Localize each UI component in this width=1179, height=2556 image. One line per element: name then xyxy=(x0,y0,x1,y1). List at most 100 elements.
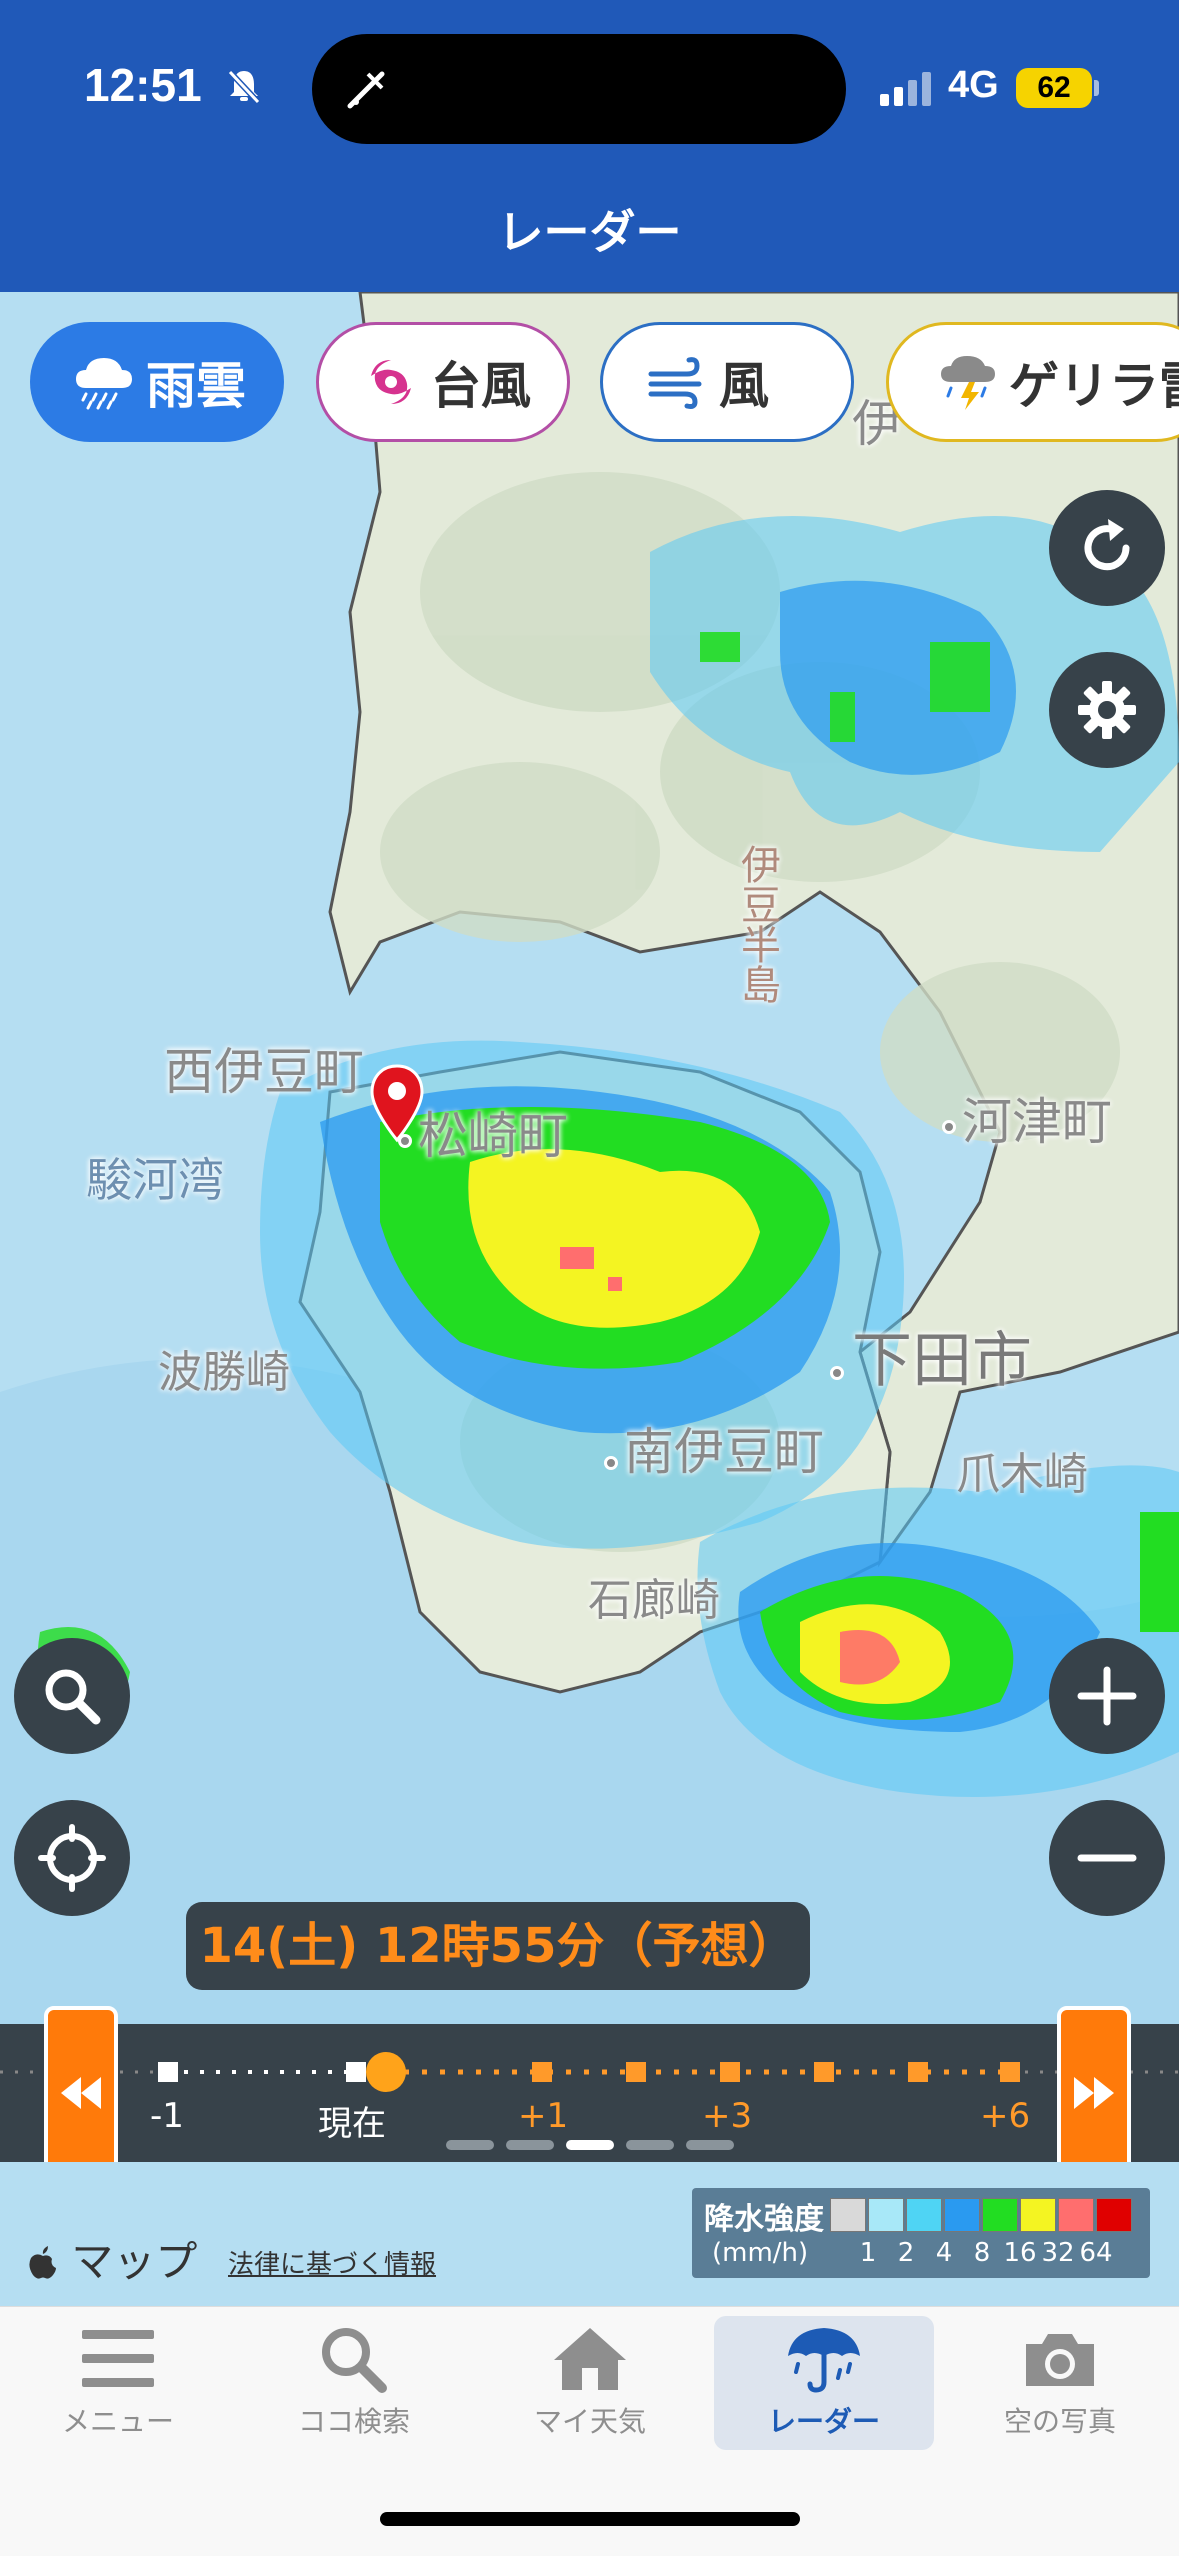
legend-swatch-5 xyxy=(1020,2198,1056,2232)
satellite-icon xyxy=(347,71,385,109)
status-and-header: 12:51 4G 62 レーダー xyxy=(0,0,1179,292)
silent-bell-icon xyxy=(227,69,261,105)
legend-scale-32: 32 xyxy=(1041,2238,1075,2268)
rain-cloud-icon xyxy=(76,358,132,410)
page-dot-3[interactable] xyxy=(566,2140,614,2150)
timeline-current-handle xyxy=(366,2052,406,2092)
plus-icon xyxy=(1077,1666,1137,1726)
layer-chip-typhoon-label: 台風 xyxy=(431,357,531,415)
label-matsuzaki: 松崎町 xyxy=(418,1107,568,1165)
tab-sky-photos-label: 空の写真 xyxy=(1003,2405,1116,2438)
page-dot-1[interactable] xyxy=(446,2140,494,2150)
timeline-label-plus3: +3 xyxy=(702,2096,753,2136)
network-type: 4G xyxy=(948,64,999,106)
battery-level: 62 xyxy=(1016,68,1092,108)
typhoon-icon xyxy=(371,360,411,404)
label-shimoda: 下田市 xyxy=(852,1326,1032,1396)
page-title: レーダー xyxy=(497,205,682,259)
tab-menu-label: メニュー xyxy=(61,2405,174,2438)
location-pin-icon[interactable] xyxy=(368,1064,426,1144)
tab-menu[interactable]: メニュー xyxy=(8,2316,228,2450)
layer-chip-wind[interactable]: 風 xyxy=(600,322,854,442)
legend-scale-2: 2 xyxy=(897,2238,915,2268)
page-dot-5[interactable] xyxy=(686,2140,734,2150)
layer-chip-rain[interactable]: 雨雲 xyxy=(30,322,284,442)
legend-swatch-0 xyxy=(830,2198,866,2232)
apple-maps-label: マップ xyxy=(71,2237,198,2286)
menu-icon xyxy=(82,2330,154,2387)
apple-maps-credit: マップ xyxy=(28,2228,197,2289)
layer-chip-typhoon[interactable]: 台風 xyxy=(316,322,570,442)
page-dot-4[interactable] xyxy=(626,2140,674,2150)
page-dot-2[interactable] xyxy=(506,2140,554,2150)
legend-scale-16: 16 xyxy=(1003,2238,1037,2268)
label-hasho-misaki: 波勝崎 xyxy=(158,1347,290,1398)
layer-chip-guerrilla[interactable]: ゲリラ雷 xyxy=(886,322,1179,442)
legend-swatch-6 xyxy=(1058,2198,1094,2232)
search-icon xyxy=(322,2328,387,2393)
timeline-forward-button[interactable] xyxy=(1057,2006,1131,2180)
timeline-label-minus1: -1 xyxy=(150,2096,184,2136)
shimoda-marker xyxy=(830,1366,844,1380)
zoom-in-button[interactable] xyxy=(1049,1638,1165,1754)
wind-icon xyxy=(648,357,702,409)
timeline-label-now: 現在 xyxy=(318,2104,386,2144)
timeline-label-plus6: +6 xyxy=(980,2096,1031,2136)
tab-my-weather[interactable]: マイ天気 xyxy=(480,2316,700,2450)
tab-radar-label: レーダー xyxy=(767,2405,880,2438)
label-nishiizu: 西伊豆町 xyxy=(164,1043,364,1101)
precipitation-legend: 降水強度 (mm/h) 1 2 4 8 16 32 64 xyxy=(692,2188,1150,2278)
tab-search-label: ココ検索 xyxy=(297,2405,410,2438)
battery-tip xyxy=(1094,80,1099,96)
zoom-out-button[interactable] xyxy=(1049,1800,1165,1916)
label-suruga-bay: 駿河湾 xyxy=(86,1153,224,1207)
timeline-rewind-button[interactable] xyxy=(44,2006,118,2180)
crosshair-icon xyxy=(38,1824,106,1892)
legend-swatch-4 xyxy=(982,2198,1018,2232)
legend-scale-4: 4 xyxy=(935,2238,953,2268)
tab-search[interactable]: ココ検索 xyxy=(244,2316,464,2450)
legal-info-link[interactable]: 法律に基づく情報 xyxy=(228,2244,436,2281)
legend-scale-1: 1 xyxy=(859,2238,877,2268)
settings-button[interactable] xyxy=(1049,652,1165,768)
layer-chip-guerrilla-label: ゲリラ雷 xyxy=(1009,357,1179,415)
refresh-icon xyxy=(1084,519,1130,571)
forecast-time-label: 14(土) 12時55分（予想） xyxy=(186,1902,810,1990)
radar-map[interactable]: 西伊豆町 松崎町 駿河湾 河津町 波勝崎 下田市 南伊豆町 爪木崎 石廊崎 伊豆… xyxy=(0,292,1179,2162)
minamiizu-marker xyxy=(604,1456,618,1470)
kawazu-marker xyxy=(942,1120,956,1134)
status-time: 12:51 xyxy=(84,59,202,111)
legend-title: 降水強度 xyxy=(704,2202,824,2237)
layer-chip-wind-label: 風 xyxy=(719,357,769,415)
map-search-button[interactable] xyxy=(14,1638,130,1754)
legend-swatch-2 xyxy=(906,2198,942,2232)
label-izu-peninsula: 伊豆半島 xyxy=(734,844,780,1004)
refresh-button[interactable] xyxy=(1049,490,1165,606)
gear-icon xyxy=(1078,681,1136,739)
search-icon xyxy=(45,1669,101,1725)
label-kawazu: 河津町 xyxy=(962,1093,1112,1151)
dynamic-island xyxy=(312,34,846,144)
label-minamiizu: 南伊豆町 xyxy=(624,1423,824,1481)
umbrella-icon xyxy=(788,2328,860,2393)
current-location-button[interactable] xyxy=(14,1800,130,1916)
camera-icon xyxy=(1026,2334,1094,2386)
legend-scale-64: 64 xyxy=(1079,2238,1113,2268)
fast-forward-icon xyxy=(1074,2077,1114,2109)
legend-swatch-3 xyxy=(944,2198,980,2232)
map-base xyxy=(0,292,1179,2162)
legend-scale-8: 8 xyxy=(973,2238,991,2268)
tab-sky-photos[interactable]: 空の写真 xyxy=(950,2316,1170,2450)
legend-swatch-7 xyxy=(1096,2198,1132,2232)
thunder-cloud-icon xyxy=(941,356,995,410)
home-indicator xyxy=(380,2512,800,2526)
rewind-icon xyxy=(61,2077,101,2109)
timeline-label-plus1: +1 xyxy=(518,2096,569,2136)
tab-radar[interactable]: レーダー xyxy=(714,2316,934,2450)
home-icon xyxy=(554,2328,626,2390)
label-tsumeki-saki: 爪木崎 xyxy=(956,1449,1088,1500)
cell-signal-icon xyxy=(880,72,931,106)
apple-logo-icon xyxy=(29,2246,56,2279)
legend-swatch-1 xyxy=(868,2198,904,2232)
label-irozaki: 石廊崎 xyxy=(588,1575,720,1626)
